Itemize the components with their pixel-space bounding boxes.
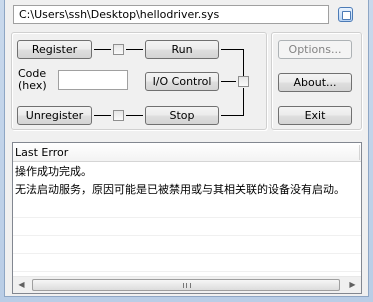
options-button[interactable]: Options... xyxy=(278,40,352,59)
stop-button[interactable]: Stop xyxy=(145,106,219,125)
connector-line xyxy=(94,49,111,50)
register-button[interactable]: Register xyxy=(17,40,92,59)
scroll-left-icon[interactable]: ◀ xyxy=(13,277,30,293)
unregister-checkbox[interactable] xyxy=(113,110,124,121)
list-item[interactable]: 无法启动服务，原因可能是已被禁用或与其相关联的设备没有启动。 xyxy=(13,181,361,199)
run-branch-line xyxy=(221,49,243,50)
scroll-right-icon[interactable]: ▶ xyxy=(344,277,361,293)
connector-line xyxy=(94,115,111,116)
column-header-last-error[interactable]: Last Error xyxy=(13,143,361,162)
unregister-button[interactable]: Unregister xyxy=(17,106,92,125)
code-hex-label: (hex) xyxy=(18,79,47,92)
grip-icon xyxy=(183,283,191,288)
grid-line xyxy=(13,217,361,218)
list-item[interactable]: 操作成功完成。 xyxy=(13,163,361,181)
register-checkbox[interactable] xyxy=(113,44,124,55)
scrollbar-thumb[interactable] xyxy=(32,279,340,291)
branch-vertical-line xyxy=(243,88,244,116)
io-control-button[interactable]: I/O Control xyxy=(145,72,219,91)
connector-line xyxy=(126,115,143,116)
browse-icon[interactable] xyxy=(338,7,353,22)
connector-line xyxy=(221,81,236,82)
stop-branch-line xyxy=(221,115,244,116)
io-control-checkbox[interactable] xyxy=(238,76,249,87)
about-button[interactable]: About... xyxy=(278,73,352,92)
driver-path-field[interactable]: C:\Users\ssh\Desktop\hellodriver.sys xyxy=(13,5,329,24)
grid-line xyxy=(13,271,361,272)
exit-button[interactable]: Exit xyxy=(278,106,352,125)
horizontal-scrollbar[interactable]: ◀ ▶ xyxy=(13,276,361,293)
run-button[interactable]: Run xyxy=(145,40,219,59)
error-list[interactable]: Last Error 操作成功完成。 无法启动服务，原因可能是已被禁用或与其相关… xyxy=(12,142,362,294)
grid-line xyxy=(13,253,361,254)
column-separator xyxy=(359,145,360,160)
ioctl-code-input[interactable] xyxy=(58,70,128,90)
grid-line xyxy=(13,235,361,236)
connector-line xyxy=(126,49,143,50)
branch-vertical-line xyxy=(243,49,244,76)
dialog-body: C:\Users\ssh\Desktop\hellodriver.sys Reg… xyxy=(4,0,369,297)
